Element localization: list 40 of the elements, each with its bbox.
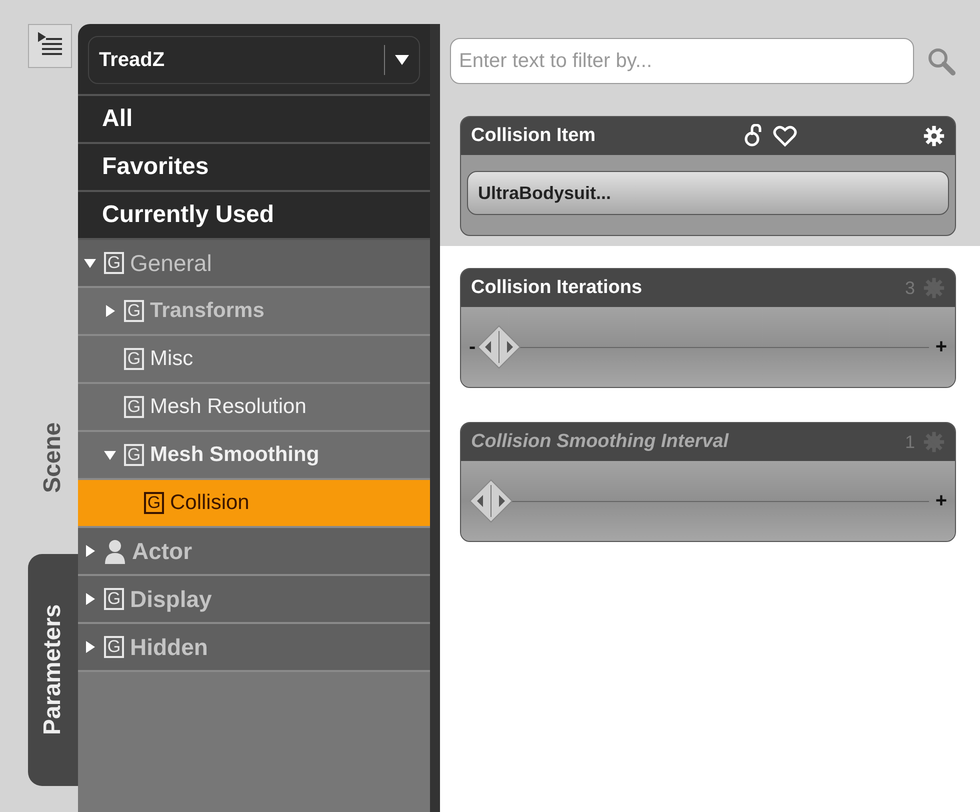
expand-toggle-icon[interactable]: [84, 257, 96, 269]
tree-item[interactable]: G Mesh Smoothing: [78, 432, 430, 480]
group-badge: G: [104, 636, 124, 658]
expand-toggle-icon[interactable]: [84, 545, 96, 557]
tree-item[interactable]: G General: [78, 240, 430, 288]
plus-label: +: [935, 490, 947, 512]
expand-toggle-icon[interactable]: [84, 641, 96, 653]
property-title: Collision Iterations: [471, 277, 642, 299]
group-badge: G: [124, 348, 144, 370]
expand-toggle-icon[interactable]: [104, 449, 116, 461]
node-button[interactable]: UltraBodysuit...: [467, 171, 949, 215]
slider-thumb[interactable]: [477, 325, 521, 369]
expand-toggle-icon[interactable]: [84, 593, 96, 605]
tree-item[interactable]: Actor: [78, 528, 430, 576]
group-badge: G: [124, 396, 144, 418]
tree-item[interactable]: G Collision: [78, 480, 430, 528]
plus-label: +: [935, 336, 947, 358]
group-badge: G: [104, 588, 124, 610]
person-icon: [104, 538, 126, 564]
settings-icon[interactable]: [923, 125, 945, 147]
property-title: Collision Item: [471, 125, 596, 147]
caret-icon: [395, 55, 409, 65]
expand-toggle-icon[interactable]: [104, 305, 116, 317]
group-badge: G: [104, 252, 124, 274]
property-title: Collision Smoothing Interval: [471, 431, 729, 453]
tree-item[interactable]: G Transforms: [78, 288, 430, 336]
tree-item[interactable]: G Misc: [78, 336, 430, 384]
group-badge: G: [144, 492, 164, 514]
tree-item[interactable]: G Display: [78, 576, 430, 624]
minus-label: -: [469, 336, 476, 358]
side-tab[interactable]: Scene: [28, 398, 78, 518]
tree-item[interactable]: G Hidden: [78, 624, 430, 672]
menu-icon[interactable]: [28, 24, 72, 68]
side-tab[interactable]: Parameters: [28, 554, 78, 786]
group-badge: G: [124, 300, 144, 322]
filter-field[interactable]: Enter text to filter by...: [450, 38, 914, 84]
node-dropdown[interactable]: TreadZ: [88, 36, 420, 84]
group-badge: G: [124, 444, 144, 466]
heart-icon[interactable]: [772, 124, 797, 148]
tree-item[interactable]: G Mesh Resolution: [78, 384, 430, 432]
